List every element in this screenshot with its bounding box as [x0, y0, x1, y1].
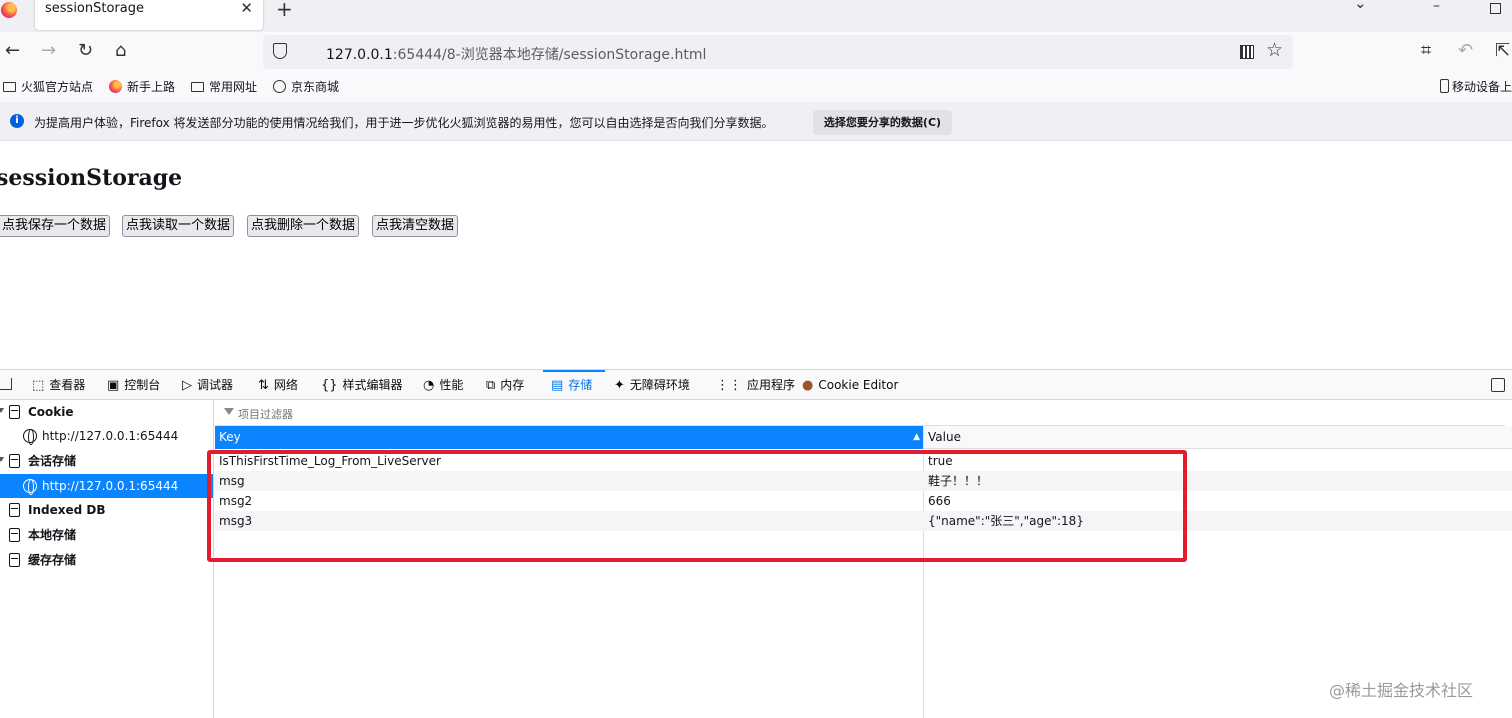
bookmark-mobile[interactable]: 移动设备上: [1440, 78, 1512, 95]
cookie-icon: ●: [802, 378, 814, 393]
url-text[interactable]: 127.0.0.1:65444/8-浏览器本地存储/sessionStorage…: [326, 44, 706, 64]
tab-strip: sessionStorage ✕ + ⌄ –: [0, 0, 1512, 32]
storage-sidebar: Cookie http://127.0.0.1:65444 会话存储 http:…: [0, 400, 214, 718]
tab-cookie-editor[interactable]: ● Cookie Editor: [802, 370, 898, 400]
forward-arrow-icon[interactable]: →: [41, 39, 56, 63]
notification-bar: i 为提高用户体验，Firefox 将发送部分功能的使用情况给我们，用于进一步优…: [0, 102, 1512, 140]
database-icon: [9, 503, 20, 517]
page-title: sessionStorage: [0, 165, 183, 191]
chevron-down-icon[interactable]: ⌄: [1354, 0, 1367, 12]
column-header-value[interactable]: Value: [924, 426, 1512, 449]
watermark: @稀土掘金技术社区: [1329, 681, 1474, 700]
globe-icon: [23, 479, 37, 495]
red-highlight-box: [207, 450, 1187, 562]
style-editor-icon: {}: [321, 378, 338, 393]
qr-code-icon[interactable]: [1240, 45, 1254, 59]
url-bar[interactable]: 127.0.0.1:65444/8-浏览器本地存储/sessionStorage…: [263, 35, 1293, 69]
filter-icon: [224, 408, 234, 415]
performance-icon: ◔: [423, 378, 435, 393]
notification-text: 为提高用户体验，Firefox 将发送部分功能的使用情况给我们，用于进一步优化火…: [34, 116, 774, 130]
folder-icon: [3, 82, 16, 92]
delete-data-button[interactable]: 点我删除一个数据: [247, 215, 360, 237]
back-arrow-icon[interactable]: ←: [5, 39, 20, 63]
devtools-toolbar: ⬚ 查看器 ▣ 控制台 ▷ 调试器 ⇅ 网络 {} 样式编辑器 ◔ 性能 ⧉ 内存 ▤ 存储 ✦…: [0, 369, 1512, 400]
tab-storage[interactable]: ▤ 存储: [551, 370, 592, 400]
database-icon: [9, 553, 20, 567]
firefox-icon: [109, 80, 122, 93]
dock-side-icon[interactable]: [1491, 378, 1505, 392]
globe-icon: [273, 80, 286, 93]
read-data-button[interactable]: 点我读取一个数据: [122, 215, 235, 237]
bookmarks-bar: 火狐官方站点 新手上路 常用网址 京东商城 移动设备上: [0, 72, 1512, 102]
expand-arrow-icon[interactable]: [0, 408, 4, 413]
memory-icon: ⧉: [486, 378, 496, 393]
tab-style-editor[interactable]: {} 样式编辑器: [321, 370, 403, 400]
globe-icon: [23, 429, 37, 445]
database-icon: [9, 454, 20, 468]
network-icon: ⇅: [258, 378, 269, 393]
reload-icon[interactable]: ↻: [78, 39, 93, 63]
tab-sessionstorage[interactable]: sessionStorage ✕: [35, 0, 263, 30]
maximize-icon[interactable]: [1490, 3, 1501, 14]
inspector-icon: ⬚: [32, 378, 45, 393]
database-icon: [9, 405, 20, 419]
crop-icon[interactable]: ⌗: [1421, 39, 1431, 63]
sort-ascending-icon: ▲: [913, 432, 920, 442]
navigation-bar: ← → ↻ ⌂ 127.0.0.1:65444/8-浏览器本地存储/sessio…: [0, 32, 1512, 72]
application-icon: ⋮⋮: [716, 378, 742, 393]
minimize-icon[interactable]: –: [1433, 0, 1440, 14]
debugger-icon: ▷: [182, 378, 192, 393]
sidebar-item-indexed-db[interactable]: Indexed DB: [0, 498, 213, 522]
clear-data-button[interactable]: 点我清空数据: [372, 215, 459, 237]
tab-memory[interactable]: ⧉ 内存: [486, 370, 524, 400]
element-picker-icon[interactable]: [0, 378, 12, 390]
mobile-device-icon: [1440, 79, 1449, 93]
bookmark-item[interactable]: 京东商城: [273, 78, 339, 95]
extensions-icon[interactable]: ⇱: [1495, 39, 1510, 63]
choose-data-button[interactable]: 选择您要分享的数据(C): [813, 110, 952, 135]
home-icon[interactable]: ⌂: [115, 39, 126, 63]
tab-inspector[interactable]: ⬚ 查看器: [32, 370, 85, 400]
sidebar-item-session-storage[interactable]: 会话存储: [0, 449, 213, 473]
tab-console[interactable]: ▣ 控制台: [107, 370, 160, 400]
tab-debugger[interactable]: ▷ 调试器: [182, 370, 233, 400]
bookmark-item[interactable]: 常用网址: [191, 78, 257, 95]
sidebar-item-local-storage[interactable]: 本地存储: [0, 523, 213, 547]
tab-performance[interactable]: ◔ 性能: [423, 370, 463, 400]
plus-icon[interactable]: +: [276, 0, 293, 21]
page-content: sessionStorage 点我保存一个数据 点我读取一个数据 点我删除一个数…: [0, 140, 1512, 369]
tab-application[interactable]: ⋮⋮ 应用程序: [716, 370, 795, 400]
tab-network[interactable]: ⇅ 网络: [258, 370, 298, 400]
undo-icon[interactable]: ↶: [1458, 39, 1473, 63]
folder-icon: [191, 82, 204, 92]
column-header-key[interactable]: Key ▲: [215, 426, 923, 449]
database-icon: [9, 528, 20, 542]
sidebar-item-cookie[interactable]: Cookie: [0, 400, 213, 424]
filter-placeholder: 项目过滤器: [238, 408, 293, 421]
tab-accessibility[interactable]: ✦ 无障碍环境: [614, 370, 690, 400]
save-data-button[interactable]: 点我保存一个数据: [0, 215, 111, 237]
storage-icon: ▤: [551, 378, 564, 393]
sidebar-item-cookie-host[interactable]: http://127.0.0.1:65444: [0, 424, 213, 448]
bookmark-item[interactable]: 火狐官方站点: [3, 78, 93, 95]
console-icon: ▣: [107, 378, 120, 393]
item-filter[interactable]: 项目过滤器: [215, 400, 1505, 426]
accessibility-icon: ✦: [614, 378, 625, 393]
close-icon[interactable]: ✕: [240, 0, 253, 16]
firefox-icon: [1, 2, 17, 18]
info-icon: i: [10, 114, 24, 128]
expand-arrow-icon[interactable]: [0, 457, 4, 462]
bookmark-star-icon[interactable]: ☆: [1266, 39, 1283, 61]
bookmark-item[interactable]: 新手上路: [109, 78, 175, 95]
shield-icon[interactable]: [273, 43, 287, 59]
sidebar-item-session-host[interactable]: http://127.0.0.1:65444: [0, 474, 213, 498]
sidebar-item-cache-storage[interactable]: 缓存存储: [0, 548, 213, 572]
tab-title: sessionStorage: [45, 1, 144, 16]
